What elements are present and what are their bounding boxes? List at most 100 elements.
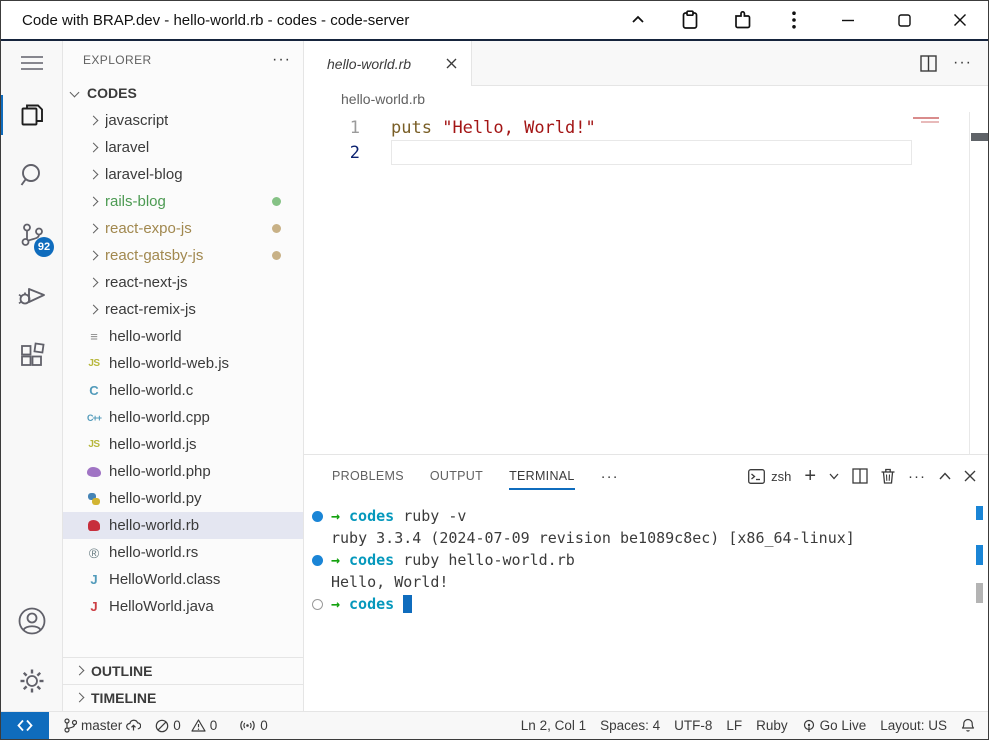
maximize-button[interactable] <box>876 1 932 39</box>
tab-terminal[interactable]: TERMINAL <box>509 455 575 497</box>
terminal-prompt-line[interactable]: → codes <box>304 593 988 615</box>
tree-item-react-remix-js[interactable]: react-remix-js <box>63 296 303 323</box>
chevron-right-icon <box>85 275 101 291</box>
chevron-right-icon <box>85 194 101 210</box>
terminal-dropdown-icon[interactable] <box>829 473 839 480</box>
tree-item-laravel[interactable]: laravel <box>63 134 303 161</box>
language-mode-status[interactable]: Ruby <box>749 718 795 733</box>
clipboard-icon[interactable] <box>664 2 716 38</box>
code-editor[interactable]: 1 puts "Hello, World!" 2 <box>304 112 988 454</box>
go-live-icon <box>802 719 816 733</box>
tree-item-react-expo-js[interactable]: react-expo-js <box>63 215 303 242</box>
eol-status[interactable]: LF <box>719 718 749 733</box>
git-modified-dot <box>272 251 281 260</box>
current-line-highlight <box>391 140 912 165</box>
plain-file-icon: ≡ <box>85 329 103 344</box>
close-panel-icon[interactable] <box>964 470 976 482</box>
string-literal: "Hello, World!" <box>442 118 596 138</box>
minimap[interactable] <box>909 112 969 454</box>
ports-status[interactable]: 0 <box>232 718 275 733</box>
settings-gear-icon[interactable] <box>1 651 62 711</box>
tree-item-hello-world-c[interactable]: Chello-world.c <box>63 377 303 404</box>
tab-output[interactable]: OUTPUT <box>430 455 483 497</box>
run-debug-activity-icon[interactable] <box>1 265 62 325</box>
folder-section-codes[interactable]: CODES <box>63 79 303 107</box>
panel-tabs-more-icon[interactable]: ··· <box>601 468 619 485</box>
tree-item-rails-blog[interactable]: rails-blog <box>63 188 303 215</box>
warning-icon <box>191 719 206 732</box>
cursor-position-status[interactable]: Ln 2, Col 1 <box>514 718 593 733</box>
close-window-button[interactable] <box>932 1 988 39</box>
chevron-right-icon <box>85 248 101 264</box>
hamburger-menu-icon[interactable] <box>1 41 62 85</box>
notifications-bell-icon[interactable] <box>954 718 982 733</box>
kebab-menu-icon[interactable] <box>768 2 820 38</box>
panel-more-actions-icon[interactable]: ··· <box>908 468 926 485</box>
terminal-ruler-mark <box>976 583 983 603</box>
line-number-active: 2 <box>304 143 391 163</box>
keyboard-layout-status[interactable]: Layout: US <box>873 718 954 733</box>
tree-item-hello-world-js[interactable]: JShello-world.js <box>63 431 303 458</box>
editor-more-actions-icon[interactable]: ··· <box>953 54 972 72</box>
explorer-more-actions-icon[interactable]: ··· <box>272 51 291 69</box>
search-activity-icon[interactable] <box>1 145 62 205</box>
split-editor-icon[interactable] <box>920 55 937 72</box>
extensions-puzzle-icon[interactable] <box>716 2 768 38</box>
tree-item-react-next-js[interactable]: react-next-js <box>63 269 303 296</box>
browser-menu-up-icon[interactable] <box>612 2 664 38</box>
timeline-section[interactable]: TIMELINE <box>63 684 303 711</box>
tab-hello-world-rb[interactable]: hello-world.rb <box>304 41 472 86</box>
chevron-right-icon <box>85 113 101 129</box>
minimize-button[interactable] <box>820 1 876 39</box>
source-control-activity-icon[interactable]: 92 <box>1 205 62 265</box>
tree-item-javascript[interactable]: javascript <box>63 107 303 134</box>
git-branch-status[interactable]: master <box>57 718 148 733</box>
rust-icon: ® <box>85 545 103 561</box>
terminal-command-line: → codes ruby hello-world.rb <box>304 549 988 571</box>
tab-problems[interactable]: PROBLEMS <box>332 455 404 497</box>
maximize-panel-icon[interactable] <box>939 472 951 480</box>
explorer-sidebar: EXPLORER ··· CODES javascript laravel la… <box>63 41 304 711</box>
tree-item-laravel-blog[interactable]: laravel-blog <box>63 161 303 188</box>
terminal-icon <box>748 469 765 484</box>
breadcrumb[interactable]: hello-world.rb <box>304 86 988 112</box>
tree-item-hello-world-rb[interactable]: hello-world.rb <box>63 512 303 539</box>
command-decoration-success[interactable] <box>312 555 323 566</box>
ruby-icon <box>85 520 103 531</box>
tree-item-hello-world-py[interactable]: hello-world.py <box>63 485 303 512</box>
split-terminal-icon[interactable] <box>852 468 868 484</box>
terminal-output-line: Hello, World! <box>304 571 988 593</box>
new-terminal-icon[interactable]: + <box>804 465 816 488</box>
go-live-button[interactable]: Go Live <box>795 718 874 733</box>
tree-item-helloworld-class[interactable]: JHelloWorld.class <box>63 566 303 593</box>
chevron-right-icon <box>85 221 101 237</box>
tree-item-helloworld-java[interactable]: JHelloWorld.java <box>63 593 303 620</box>
close-tab-icon[interactable] <box>441 54 461 74</box>
remote-indicator[interactable] <box>1 712 49 739</box>
problems-status[interactable]: 0 0 <box>148 718 224 733</box>
outline-section[interactable]: OUTLINE <box>63 657 303 684</box>
shell-selector[interactable]: zsh <box>748 469 791 484</box>
tree-item-hello-world[interactable]: ≡hello-world <box>63 323 303 350</box>
indentation-status[interactable]: Spaces: 4 <box>593 718 667 733</box>
tree-item-hello-world-php[interactable]: hello-world.php <box>63 458 303 485</box>
terminal-ruler-mark <box>976 506 983 520</box>
account-icon[interactable] <box>1 591 62 651</box>
python-icon <box>85 493 103 505</box>
line-number: 1 <box>304 118 391 138</box>
bottom-panel: PROBLEMS OUTPUT TERMINAL ··· zsh + <box>304 454 988 711</box>
explorer-activity-icon[interactable] <box>1 85 62 145</box>
extensions-activity-icon[interactable] <box>1 325 62 385</box>
command-decoration-success[interactable] <box>312 511 323 522</box>
editor-scrollbar[interactable] <box>969 112 988 454</box>
encoding-status[interactable]: UTF-8 <box>667 718 719 733</box>
chevron-right-icon <box>85 140 101 156</box>
tree-item-react-gatsby-js[interactable]: react-gatsby-js <box>63 242 303 269</box>
tree-item-hello-world-web-js[interactable]: JShello-world-web.js <box>63 350 303 377</box>
chevron-down-icon <box>67 85 83 101</box>
kill-terminal-trash-icon[interactable] <box>881 468 895 484</box>
tree-item-hello-world-rs[interactable]: ®hello-world.rs <box>63 539 303 566</box>
tree-item-hello-world-cpp[interactable]: C++hello-world.cpp <box>63 404 303 431</box>
terminal-output[interactable]: → codes ruby -v ruby 3.3.4 (2024-07-09 r… <box>304 497 988 711</box>
js-icon: JS <box>85 439 103 450</box>
